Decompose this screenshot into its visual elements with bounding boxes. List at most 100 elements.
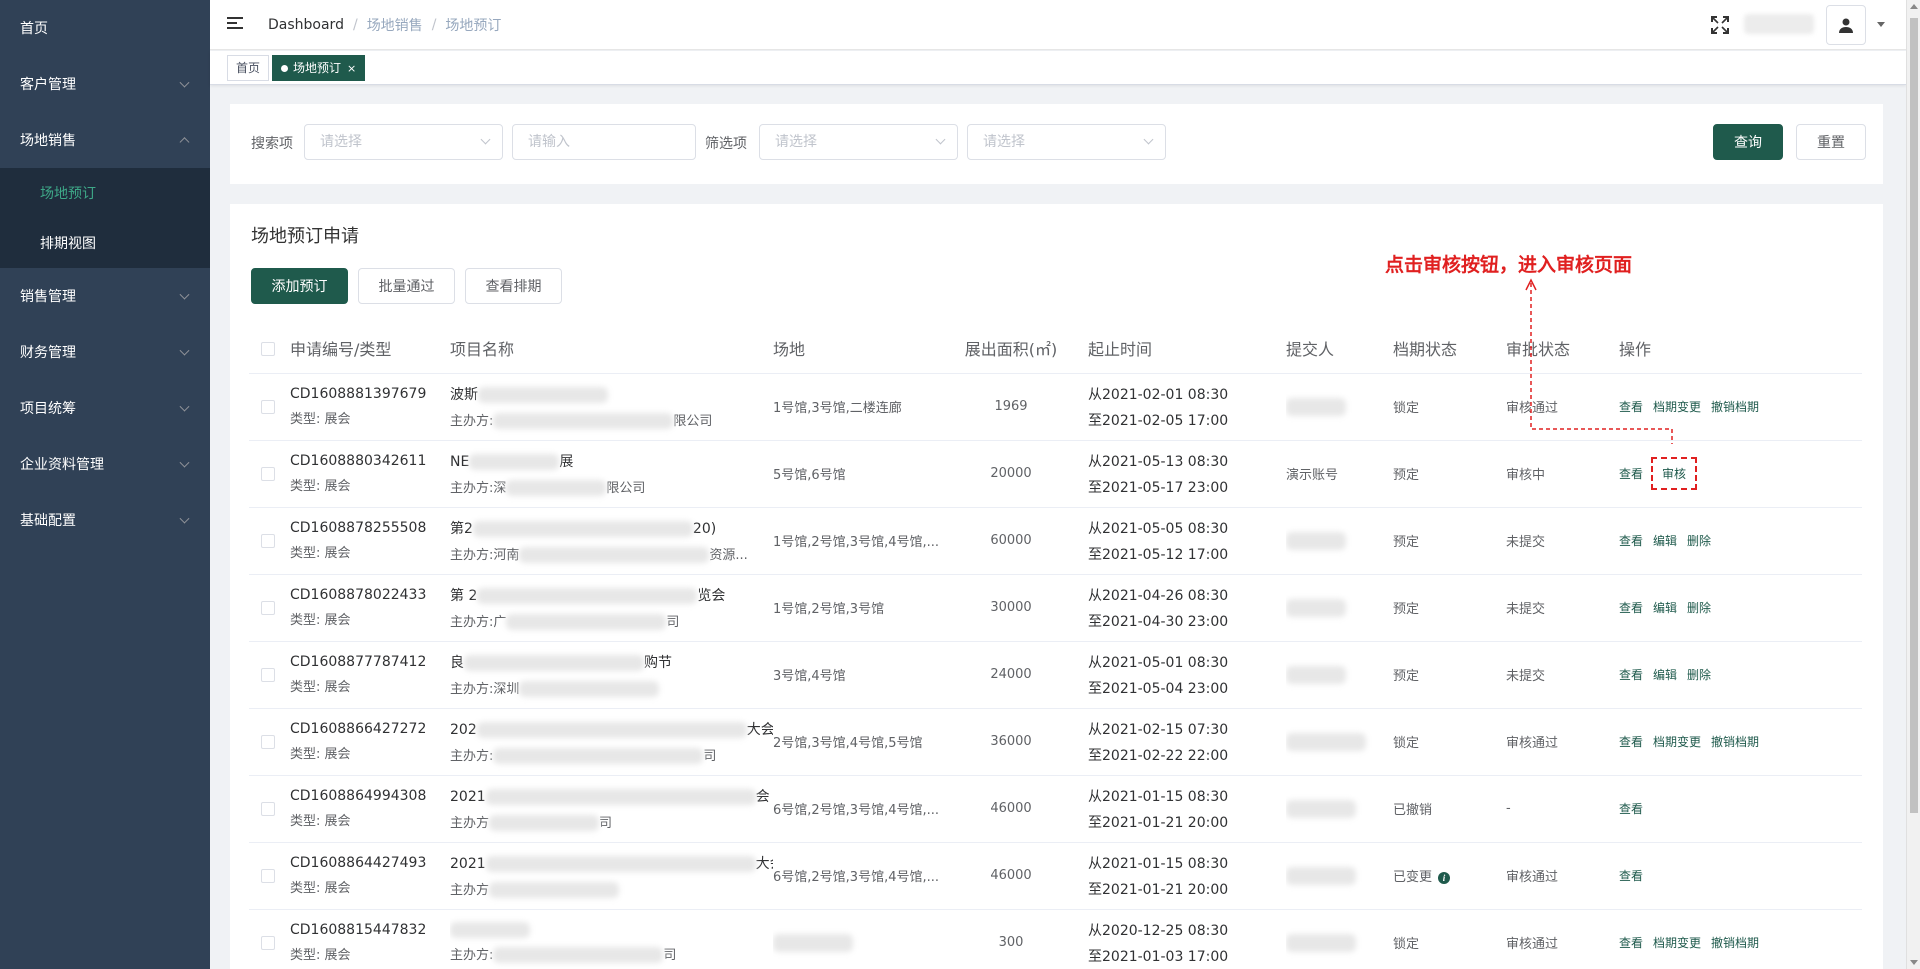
organizer-tail: 限公司 [673,413,713,429]
close-icon[interactable]: × [347,62,356,75]
op-link[interactable]: 查看 [1619,802,1643,816]
select-all-checkbox[interactable] [261,341,275,356]
table-row[interactable]: CD1608878255508 类型: 展会 第2 20) 主办方:河南 资源...… [249,507,1862,575]
table-row[interactable]: CD1608881397679 类型: 展会 波斯 主办方: 限公司 1号馆,3号… [249,373,1862,441]
op-link[interactable]: 查看 [1619,601,1643,615]
row-checkbox[interactable] [261,868,275,883]
schedule-status-cell: 已变更 i [1393,842,1506,910]
op-link[interactable]: 删除 [1687,601,1711,615]
application-type: 类型: 展会 [290,814,351,829]
op-link[interactable]: 查看 [1619,467,1643,481]
redacted-text [464,654,644,671]
search-input[interactable]: 请输入 [512,124,696,160]
placeholder: 请选择 [775,134,817,150]
id-cell: CD1608881397679 类型: 展会 [290,373,450,441]
schedule-status: 锁定 [1393,401,1420,416]
placeholder: 请输入 [528,134,570,150]
add-booking-button[interactable]: 添加预订 [251,268,348,304]
menu-venue-sales[interactable]: 场地销售 [0,112,210,168]
submenu-item-booking[interactable]: 场地预订 [0,168,210,218]
area-cell: 30000 [948,574,1074,642]
scrollbar-thumb[interactable] [1910,18,1918,813]
table-row[interactable]: CD1608878022433 类型: 展会 第 2 览会 主办方:广 司 1号馆,… [249,574,1862,642]
chevron-up-icon [179,137,190,148]
submitter-text: 演示账号 [1286,468,1339,483]
application-id: CD1608877787412 [290,654,427,670]
hamburger-icon[interactable] [227,17,243,31]
op-link[interactable]: 档期变更 [1653,735,1701,749]
column-header: 档期状态 [1393,323,1506,374]
op-link[interactable]: 查看 [1619,869,1643,883]
approval-status: 审核通过 [1506,736,1559,751]
breadcrumb-dashboard[interactable]: Dashboard [268,17,344,33]
menu-project[interactable]: 项目统筹 [0,380,210,436]
op-link[interactable]: 档期变更 [1653,936,1701,950]
table-row[interactable]: CD1608815447832 类型: 展会 主办方: 司 300 从2020-1… [249,909,1862,969]
table-row[interactable]: CD1608877787412 类型: 展会 良 购节 主办方:深圳 3号馆,4号… [249,641,1862,709]
tag-home[interactable]: 首页 [227,55,270,81]
view-schedule-button[interactable]: 查看排期 [465,268,562,304]
scroll-down-icon[interactable] [1910,960,1918,965]
op-link[interactable]: 撤销档期 [1711,735,1759,749]
op-link[interactable]: 编辑 [1653,668,1677,682]
op-link[interactable]: 查看 [1619,534,1643,548]
menu-home[interactable]: 首页 [0,0,210,56]
column-header: 展出面积(㎡) [948,323,1074,374]
row-checkbox[interactable] [261,399,275,414]
info-icon[interactable]: i [1438,872,1451,884]
submenu-item-schedule[interactable]: 排期视图 [0,218,210,268]
filter-select-2[interactable]: 请选择 [967,124,1166,160]
table-row[interactable]: CD1608866427272 类型: 展会 202 大会 主办方: 司 2号馆,3… [249,708,1862,776]
op-link[interactable]: 撤销档期 [1711,936,1759,950]
reset-button[interactable]: 重置 [1796,124,1866,160]
op-link[interactable]: 查看 [1619,668,1643,682]
op-link[interactable]: 撤销档期 [1711,400,1759,414]
menu-config[interactable]: 基础配置 [0,492,210,548]
op-link[interactable]: 查看 [1619,735,1643,749]
menu-enterprise[interactable]: 企业资料管理 [0,436,210,492]
application-id: CD1608881397679 [290,386,427,402]
redacted-text [478,386,608,403]
row-checkbox[interactable] [261,667,275,682]
area-cell: 36000 [948,708,1074,776]
row-checkbox[interactable] [261,801,275,816]
approval-status-cell: 审核通过 [1506,909,1619,969]
tag-venue-booking[interactable]: 场地预订 × [272,55,366,81]
start-time: 从2021-05-01 08:30 [1088,654,1229,671]
table-row[interactable]: CD1608880342611 类型: 展会 NE 展 主办方:深 限公司 5号馆,… [249,440,1862,508]
row-checkbox[interactable] [261,935,275,950]
schedule-status-cell: 已撤销 [1393,775,1506,843]
menu-sales[interactable]: 销售管理 [0,268,210,324]
op-link[interactable]: 档期变更 [1653,400,1701,414]
scroll-up-icon[interactable] [1910,4,1918,9]
op-link[interactable]: 查看 [1619,400,1643,414]
table-row[interactable]: CD1608864994308 类型: 展会 2021 会 主办方 司 6号馆,2号… [249,775,1862,843]
breadcrumb-venue-sales[interactable]: 场地销售 [367,15,423,35]
fullscreen-icon[interactable] [1710,15,1730,35]
id-cell: CD1608877787412 类型: 展会 [290,641,450,709]
operations-cell: 查看 编辑 删除 [1619,641,1862,709]
op-link[interactable]: 编辑 [1653,601,1677,615]
caret-down-icon[interactable] [1877,22,1885,27]
op-link[interactable]: 查看 [1619,936,1643,950]
filter-select-1[interactable]: 请选择 [759,124,958,160]
op-link[interactable]: 编辑 [1653,534,1677,548]
search-item-select[interactable]: 请选择 [304,124,503,160]
row-checkbox[interactable] [261,533,275,548]
start-time: 从2021-05-05 08:30 [1088,520,1229,537]
table-row[interactable]: CD1608864427493 类型: 展会 2021 大会 主办方 6号馆,2号… [249,842,1862,910]
menu-customer[interactable]: 客户管理 [0,56,210,112]
op-link[interactable]: 删除 [1687,668,1711,682]
avatar[interactable] [1826,5,1866,45]
vertical-scrollbar[interactable] [1906,0,1920,969]
audit-button[interactable]: 审核 [1651,457,1698,490]
row-checkbox[interactable] [261,600,275,615]
redacted-text [493,748,704,765]
menu-finance[interactable]: 财务管理 [0,324,210,380]
op-link[interactable]: 删除 [1687,534,1711,548]
query-button[interactable]: 查询 [1713,124,1783,160]
row-checkbox[interactable] [261,734,275,749]
row-checkbox[interactable] [261,466,275,481]
batch-approve-button[interactable]: 批量通过 [358,268,455,304]
row-select-cell [249,373,290,441]
